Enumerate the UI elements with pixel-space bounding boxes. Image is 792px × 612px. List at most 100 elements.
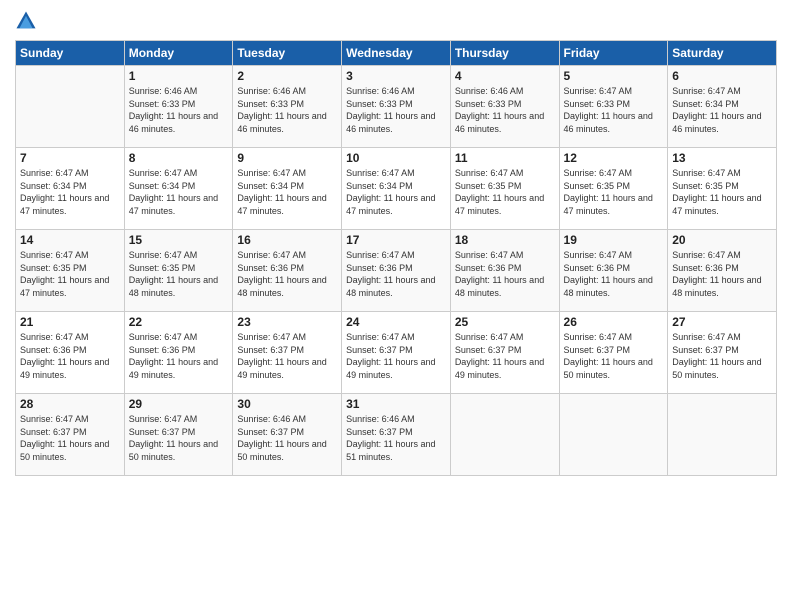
day-cell: 24Sunrise: 6:47 AMSunset: 6:37 PMDayligh…	[342, 312, 451, 394]
day-info: Sunrise: 6:46 AMSunset: 6:33 PMDaylight:…	[237, 85, 337, 135]
day-cell: 8Sunrise: 6:47 AMSunset: 6:34 PMDaylight…	[124, 148, 233, 230]
logo-icon	[15, 10, 37, 32]
day-cell	[16, 66, 125, 148]
day-number: 1	[129, 69, 229, 83]
day-cell: 26 Sunrise: 6:47 AMSunset: 6:37 PMDayligh…	[559, 312, 668, 394]
day-info: Sunrise: 6:47 AMSunset: 6:34 PMDaylight:…	[20, 167, 120, 217]
day-number: 11	[455, 151, 555, 165]
day-info: Sunrise: 6:46 AMSunset: 6:33 PMDaylight:…	[455, 85, 555, 135]
day-cell: 29 Sunrise: 6:47 AMSunset: 6:37 PMDayligh…	[124, 394, 233, 476]
day-info: Sunrise: 6:47 AMSunset: 6:35 PMDaylight:…	[564, 167, 664, 217]
day-cell: 1 Sunrise: 6:46 AMSunset: 6:33 PMDaylight…	[124, 66, 233, 148]
day-cell: 10Sunrise: 6:47 AMSunset: 6:34 PMDayligh…	[342, 148, 451, 230]
day-number: 18	[455, 233, 555, 247]
day-cell: 19Sunrise: 6:47 AMSunset: 6:36 PMDayligh…	[559, 230, 668, 312]
calendar-table: SundayMondayTuesdayWednesdayThursdayFrid…	[15, 40, 777, 476]
day-info: Sunrise: 6:47 AMSunset: 6:36 PMDaylight:…	[672, 249, 772, 299]
day-info: Sunrise: 6:47 AMSunset: 6:35 PMDaylight:…	[455, 167, 555, 217]
header-cell-friday: Friday	[559, 41, 668, 66]
day-cell: 16Sunrise: 6:47 AMSunset: 6:36 PMDayligh…	[233, 230, 342, 312]
day-number: 16	[237, 233, 337, 247]
day-cell: 2 Sunrise: 6:46 AMSunset: 6:33 PMDaylight…	[233, 66, 342, 148]
day-cell: 22 Sunrise: 6:47 AMSunset: 6:36 PMDayligh…	[124, 312, 233, 394]
day-number: 4	[455, 69, 555, 83]
header	[15, 10, 777, 32]
day-info: Sunrise: 6:46 AMSunset: 6:33 PMDaylight:…	[346, 85, 446, 135]
day-cell: 31Sunrise: 6:46 AMSunset: 6:37 PMDayligh…	[342, 394, 451, 476]
header-cell-sunday: Sunday	[16, 41, 125, 66]
day-number: 25	[455, 315, 555, 329]
day-cell: 21 Sunrise: 6:47 AMSunset: 6:36 PMDayligh…	[16, 312, 125, 394]
day-number: 8	[129, 151, 229, 165]
day-info: Sunrise: 6:47 AMSunset: 6:35 PMDaylight:…	[672, 167, 772, 217]
day-number: 13	[672, 151, 772, 165]
day-cell: 30Sunrise: 6:46 AMSunset: 6:37 PMDayligh…	[233, 394, 342, 476]
day-number: 20	[672, 233, 772, 247]
day-number: 14	[20, 233, 120, 247]
day-info: Sunrise: 6:47 AMSunset: 6:37 PMDaylight:…	[672, 331, 772, 381]
header-cell-wednesday: Wednesday	[342, 41, 451, 66]
header-cell-thursday: Thursday	[450, 41, 559, 66]
day-info: Sunrise: 6:47 AMSunset: 6:37 PMDaylight:…	[455, 331, 555, 381]
day-info: Sunrise: 6:47 AMSunset: 6:37 PMDaylight:…	[346, 331, 446, 381]
day-info: Sunrise: 6:46 AMSunset: 6:33 PMDaylight:…	[129, 85, 229, 135]
day-cell: 25 Sunrise: 6:47 AMSunset: 6:37 PMDayligh…	[450, 312, 559, 394]
day-number: 31	[346, 397, 446, 411]
day-cell: 11 Sunrise: 6:47 AMSunset: 6:35 PMDayligh…	[450, 148, 559, 230]
day-info: Sunrise: 6:47 AMSunset: 6:37 PMDaylight:…	[129, 413, 229, 463]
day-cell: 9 Sunrise: 6:47 AMSunset: 6:34 PMDaylight…	[233, 148, 342, 230]
logo	[15, 10, 41, 32]
day-info: Sunrise: 6:47 AMSunset: 6:37 PMDaylight:…	[564, 331, 664, 381]
day-cell: 23Sunrise: 6:47 AMSunset: 6:37 PMDayligh…	[233, 312, 342, 394]
day-cell: 27 Sunrise: 6:47 AMSunset: 6:37 PMDayligh…	[668, 312, 777, 394]
day-info: Sunrise: 6:47 AMSunset: 6:34 PMDaylight:…	[237, 167, 337, 217]
day-number: 2	[237, 69, 337, 83]
day-cell	[559, 394, 668, 476]
week-row-4: 21 Sunrise: 6:47 AMSunset: 6:36 PMDayligh…	[16, 312, 777, 394]
day-cell: 18Sunrise: 6:47 AMSunset: 6:36 PMDayligh…	[450, 230, 559, 312]
day-cell: 28Sunrise: 6:47 AMSunset: 6:37 PMDayligh…	[16, 394, 125, 476]
day-info: Sunrise: 6:47 AMSunset: 6:36 PMDaylight:…	[346, 249, 446, 299]
page: SundayMondayTuesdayWednesdayThursdayFrid…	[0, 0, 792, 612]
day-cell: 13 Sunrise: 6:47 AMSunset: 6:35 PMDayligh…	[668, 148, 777, 230]
header-cell-tuesday: Tuesday	[233, 41, 342, 66]
day-cell: 7 Sunrise: 6:47 AMSunset: 6:34 PMDaylight…	[16, 148, 125, 230]
day-number: 30	[237, 397, 337, 411]
day-info: Sunrise: 6:47 AMSunset: 6:36 PMDaylight:…	[20, 331, 120, 381]
day-number: 29	[129, 397, 229, 411]
day-cell: 12 Sunrise: 6:47 AMSunset: 6:35 PMDayligh…	[559, 148, 668, 230]
day-number: 9	[237, 151, 337, 165]
day-cell: 3 Sunrise: 6:46 AMSunset: 6:33 PMDaylight…	[342, 66, 451, 148]
day-info: Sunrise: 6:47 AMSunset: 6:36 PMDaylight:…	[129, 331, 229, 381]
header-cell-monday: Monday	[124, 41, 233, 66]
day-cell: 4 Sunrise: 6:46 AMSunset: 6:33 PMDaylight…	[450, 66, 559, 148]
week-row-3: 14 Sunrise: 6:47 AMSunset: 6:35 PMDayligh…	[16, 230, 777, 312]
day-number: 12	[564, 151, 664, 165]
day-info: Sunrise: 6:47 AMSunset: 6:35 PMDaylight:…	[20, 249, 120, 299]
day-info: Sunrise: 6:47 AMSunset: 6:33 PMDaylight:…	[564, 85, 664, 135]
week-row-2: 7 Sunrise: 6:47 AMSunset: 6:34 PMDaylight…	[16, 148, 777, 230]
day-number: 7	[20, 151, 120, 165]
day-cell: 15Sunrise: 6:47 AMSunset: 6:35 PMDayligh…	[124, 230, 233, 312]
week-row-5: 28 Sunrise: 6:47 AMSunset: 6:37 PMDayligh…	[16, 394, 777, 476]
header-cell-saturday: Saturday	[668, 41, 777, 66]
day-number: 3	[346, 69, 446, 83]
day-info: Sunrise: 6:47 AMSunset: 6:34 PMDaylight:…	[346, 167, 446, 217]
day-number: 15	[129, 233, 229, 247]
day-number: 5	[564, 69, 664, 83]
day-cell	[668, 394, 777, 476]
day-info: Sunrise: 6:47 AMSunset: 6:34 PMDaylight:…	[672, 85, 772, 135]
day-number: 22	[129, 315, 229, 329]
day-number: 17	[346, 233, 446, 247]
day-number: 27	[672, 315, 772, 329]
day-cell: 20 Sunrise: 6:47 AMSunset: 6:36 PMDayligh…	[668, 230, 777, 312]
week-row-1: 1 Sunrise: 6:46 AMSunset: 6:33 PMDaylight…	[16, 66, 777, 148]
day-cell: 14 Sunrise: 6:47 AMSunset: 6:35 PMDayligh…	[16, 230, 125, 312]
day-number: 21	[20, 315, 120, 329]
day-number: 6	[672, 69, 772, 83]
header-row: SundayMondayTuesdayWednesdayThursdayFrid…	[16, 41, 777, 66]
day-info: Sunrise: 6:47 AMSunset: 6:36 PMDaylight:…	[564, 249, 664, 299]
day-number: 28	[20, 397, 120, 411]
day-number: 26	[564, 315, 664, 329]
day-cell: 5 Sunrise: 6:47 AMSunset: 6:33 PMDaylight…	[559, 66, 668, 148]
